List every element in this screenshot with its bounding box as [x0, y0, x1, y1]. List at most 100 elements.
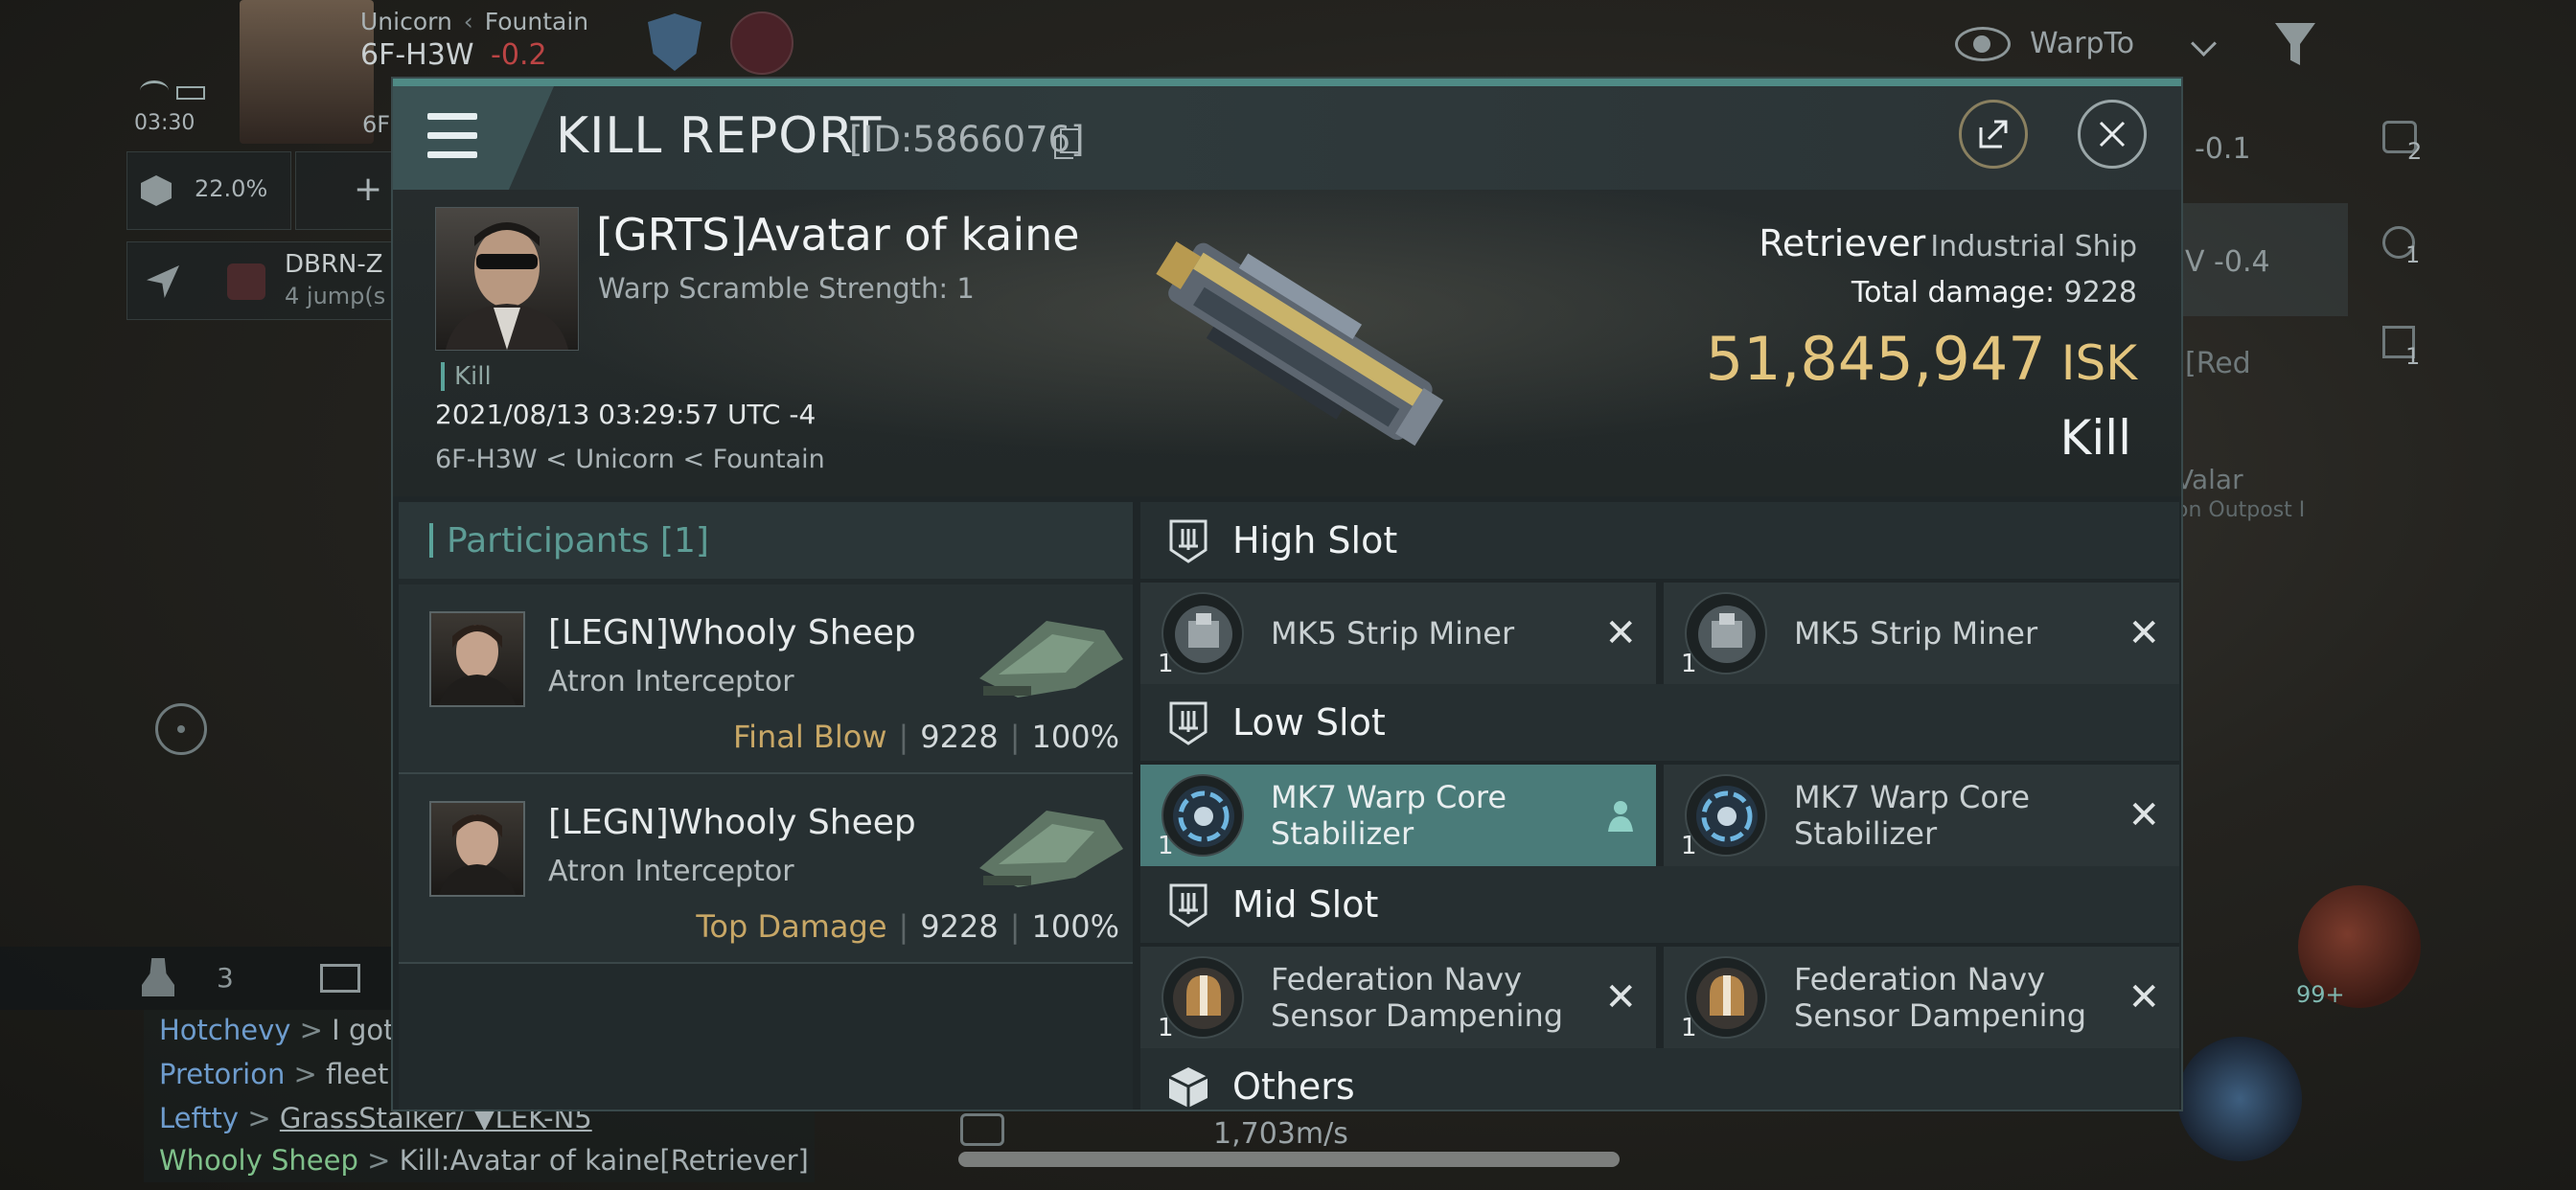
mail-icon[interactable]: [320, 964, 360, 993]
participants-panel: Participants [1] [LEGN]Whooly Sheep Atro…: [399, 502, 1133, 1110]
home-indicator[interactable]: [958, 1152, 1620, 1167]
module-name: Federation Navy Sensor Dampening: [1271, 961, 1564, 1034]
module-item[interactable]: 1 Federation Navy Sensor Dampening ✕: [1140, 947, 1656, 1048]
warp-core-stabilizer-icon: [1685, 774, 1767, 857]
camera-icon[interactable]: [960, 1113, 1004, 1146]
participant-row[interactable]: [LEGN]Whooly Sheep Atron Interceptor Top…: [399, 774, 1133, 964]
hud-system[interactable]: 6F-H3W -0.2: [360, 38, 547, 72]
participant-name[interactable]: [LEGN]Whooly Sheep: [548, 803, 916, 842]
module-name: MK5 Strip Miner: [1271, 615, 1515, 652]
strip-miner-icon: [1685, 592, 1767, 675]
low-slot-icon: [1169, 701, 1208, 745]
module-quantity: 1: [1158, 1014, 1174, 1042]
route-ship-icon: [227, 263, 265, 300]
victim-ship[interactable]: Retriever Industrial Ship: [1759, 222, 2137, 264]
total-damage: Total damage: 9228: [1852, 276, 2137, 309]
copy-icon[interactable]: [1054, 128, 1081, 159]
fitting-panel[interactable]: High Slot 1 MK5 Strip Miner ✕ 1 MK5 Stri…: [1140, 502, 2179, 1110]
hud-add-panel[interactable]: +: [295, 151, 393, 230]
high-slot-header: High Slot: [1140, 502, 2179, 579]
participant-ship-image[interactable]: [960, 602, 1129, 709]
shield-icon[interactable]: [648, 13, 702, 71]
victim-ship-image[interactable]: [1102, 199, 1485, 487]
overview-item-3[interactable]: [Red: [2185, 347, 2251, 380]
speed-readout: 1,703m/s: [1213, 1117, 1348, 1151]
route-panel[interactable]: DBRN-Z 4 jump(s: [126, 241, 393, 320]
isk-unit: ISK: [2060, 335, 2137, 391]
kill-report-dialog: KILL REPORT [ID:5866076] [GRTS]Avatar of…: [391, 77, 2183, 1111]
module-name: MK7 Warp Core Stabilizer: [1794, 779, 2031, 852]
route-jumps: 4 jump(s: [285, 283, 386, 309]
overview-item-5[interactable]: on Outpost I: [2175, 498, 2305, 522]
plus-icon: +: [354, 170, 383, 209]
warp-core-stabilizer-icon: [1162, 774, 1244, 857]
cargo-box-icon: [1168, 1067, 1208, 1108]
participant-stats: Top Damage | 9228 | 100%: [696, 908, 1119, 945]
module-quantity: 1: [1681, 832, 1697, 860]
notification-badge: 99+: [2296, 981, 2345, 1008]
dialog-title: KILL REPORT: [556, 107, 883, 165]
warpto-label[interactable]: WarpTo: [2030, 27, 2134, 60]
victim-name[interactable]: [GRTS]Avatar of kaine: [596, 209, 1080, 261]
hud-location: Unicorn ‹ Fountain: [360, 8, 589, 35]
high-slot-icon: [1169, 519, 1208, 563]
participant-portrait[interactable]: [429, 801, 525, 897]
target-reticle-icon[interactable]: [155, 703, 207, 755]
destroyed-icon: ✕: [2128, 793, 2160, 837]
cargo-panel[interactable]: 22.0%: [126, 151, 291, 230]
cargo-icon: [141, 175, 172, 206]
menu-icon: [427, 113, 477, 120]
overview-item-1[interactable]: -0.1: [2195, 132, 2251, 166]
fleet-count: 3: [217, 962, 234, 994]
module-quantity: 1: [1158, 832, 1174, 860]
hud-time: 03:30: [134, 111, 196, 135]
eye-icon[interactable]: [1955, 27, 2011, 61]
module-quantity: 1: [1681, 650, 1697, 678]
pilot-portrait[interactable]: [240, 0, 374, 144]
warp-scramble-strength: Warp Scramble Strength: 1: [598, 272, 975, 305]
module-item[interactable]: 1 MK7 Warp Core Stabilizer ✕: [1664, 765, 2179, 866]
low-slot-header: Low Slot: [1140, 684, 2179, 761]
report-id[interactable]: [ID:5866076]: [849, 119, 1085, 160]
participant-percent: 100%: [1031, 908, 1119, 945]
structure-count: 1: [2405, 343, 2421, 370]
ship-class: Industrial Ship: [1930, 230, 2137, 263]
kill-location[interactable]: 6F-H3W < Unicorn < Fountain: [435, 445, 825, 474]
faction-icon[interactable]: [730, 11, 794, 75]
victim-avatar-image: [446, 222, 568, 350]
share-button[interactable]: [1959, 100, 2028, 169]
overview-item-2[interactable]: V -0.4: [2185, 245, 2270, 279]
module-item[interactable]: 1 Federation Navy Sensor Dampening ✕: [1664, 947, 2179, 1048]
chevron-down-icon[interactable]: [2191, 31, 2217, 57]
close-button[interactable]: [2078, 100, 2147, 169]
participant-stats: Final Blow | 9228 | 100%: [733, 719, 1119, 755]
participant-ship-image[interactable]: [960, 791, 1129, 899]
sensor-dampener-icon: [1685, 956, 1767, 1039]
module-item[interactable]: 1 MK7 Warp Core Stabilizer: [1140, 765, 1656, 866]
lightning-orb-icon[interactable]: [2177, 1037, 2302, 1161]
participant-row[interactable]: [LEGN]Whooly Sheep Atron Interceptor Fin…: [399, 584, 1133, 774]
sensor-dampener-icon: [1162, 956, 1244, 1039]
filter-icon[interactable]: [2275, 23, 2315, 65]
others-header: Others: [1140, 1048, 2179, 1110]
victim-portrait[interactable]: [435, 207, 579, 351]
hud-security: -0.2: [491, 38, 547, 72]
dropped-person-icon: [1608, 801, 1633, 832]
isk-value: 51,845,947 ISK: [1705, 324, 2137, 394]
participant-damage: 9228: [920, 908, 999, 945]
destroyed-icon: ✕: [2128, 975, 2160, 1019]
chat-line: Hotchevy > I gott: [159, 1014, 405, 1046]
mid-slot-header: Mid Slot: [1140, 866, 2179, 943]
overview-item-4[interactable]: Valar: [2175, 464, 2243, 495]
participant-name[interactable]: [LEGN]Whooly Sheep: [548, 613, 916, 652]
ship-count: 2: [2407, 138, 2423, 165]
participant-portrait[interactable]: [429, 611, 525, 707]
module-item[interactable]: 1 MK5 Strip Miner ✕: [1664, 583, 2179, 684]
strip-miner-icon: [1162, 592, 1244, 675]
participant-damage: 9228: [920, 719, 999, 755]
battery-icon: [176, 86, 205, 100]
result-label: Kill: [2059, 410, 2131, 466]
chat-line: Pretorion > fleet r: [159, 1058, 409, 1090]
close-icon: [2099, 121, 2126, 148]
module-item[interactable]: 1 MK5 Strip Miner ✕: [1140, 583, 1656, 684]
